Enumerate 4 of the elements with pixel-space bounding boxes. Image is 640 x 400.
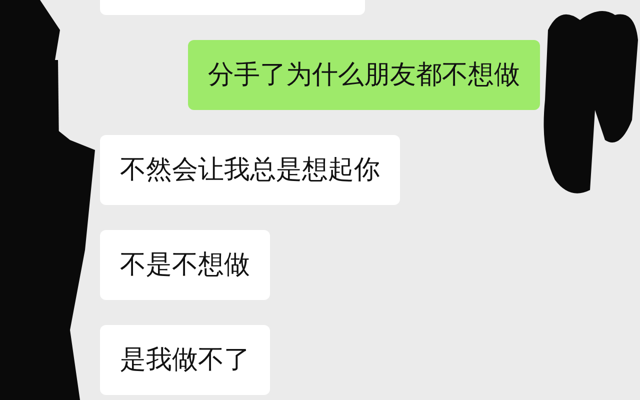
message-bubble: 不是不想做: [100, 230, 270, 300]
message-bubble: 是我做不了: [100, 325, 270, 395]
message-bubble: 不然会让我总是想起你: [100, 135, 400, 205]
message-bubble: 分手了为什么朋友都不想做: [188, 40, 540, 110]
